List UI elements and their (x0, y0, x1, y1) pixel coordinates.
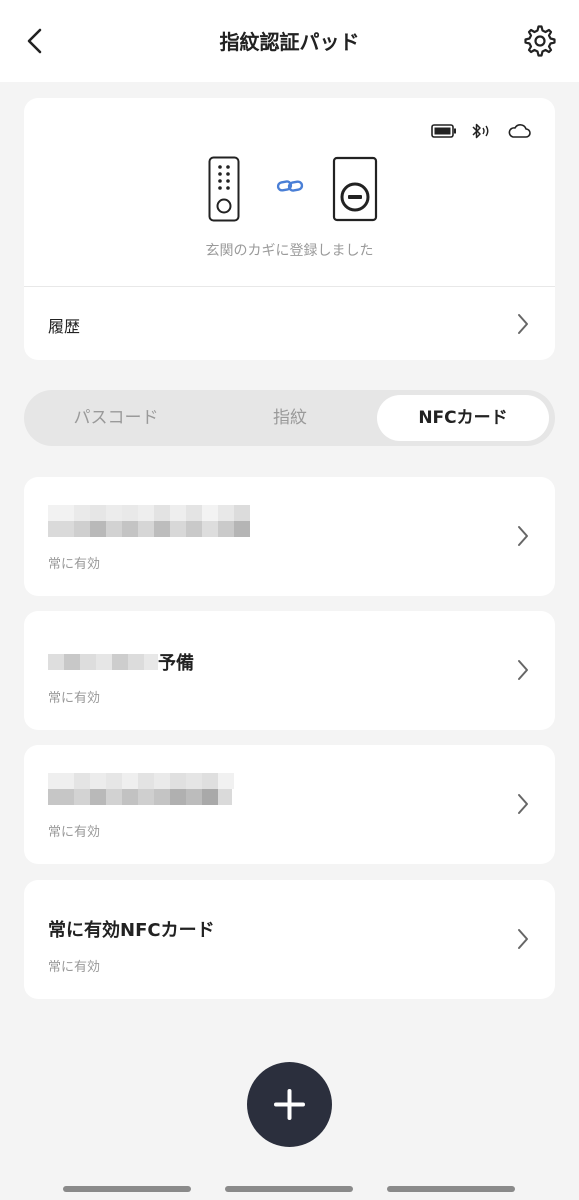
bluetooth-icon (472, 123, 489, 139)
card-status: 常に有効 (48, 691, 101, 706)
system-nav-handle[interactable] (225, 1186, 353, 1192)
cloud-icon (508, 124, 531, 138)
history-row[interactable]: 履歴 (24, 287, 555, 360)
system-nav-handle[interactable] (63, 1186, 191, 1192)
card-status: 常に有効 (48, 557, 101, 572)
chevron-right-icon (518, 929, 528, 949)
tab-passcode[interactable]: パスコード (30, 395, 202, 441)
chevron-right-icon (518, 526, 528, 546)
redacted-card-name (48, 654, 158, 670)
card-name: 常に有効NFCカード (48, 920, 215, 941)
history-label: 履歴 (48, 317, 81, 336)
card-name-suffix: 予備 (158, 653, 194, 674)
registered-status-text: 玄関のカギに登録しました (205, 243, 374, 259)
card-status: 常に有効 (48, 825, 101, 840)
chevron-right-icon (518, 794, 528, 814)
card-name: 予備 (48, 647, 194, 677)
card-status: 常に有効 (48, 960, 101, 975)
gear-icon (524, 25, 556, 57)
app-header: 指紋認証パッド (0, 0, 579, 82)
nfc-card-item[interactable]: 予備 常に有効 (24, 611, 555, 730)
chevron-right-icon (518, 660, 528, 680)
chevron-right-icon (518, 314, 528, 334)
battery-icon (431, 124, 456, 138)
keypad-device-icon (208, 156, 240, 222)
tab-nfc-card[interactable]: NFCカード (377, 395, 549, 441)
add-card-button[interactable] (247, 1062, 332, 1147)
redacted-card-name (48, 505, 250, 537)
nfc-card-item[interactable]: 常に有効 (24, 477, 555, 596)
plus-icon (274, 1089, 305, 1120)
device-card: 玄関のカギに登録しました 履歴 (24, 98, 555, 360)
nfc-card-item[interactable]: 常に有効NFCカード 常に有効 (24, 880, 555, 999)
device-illustration (24, 156, 555, 226)
nfc-card-item[interactable]: 常に有効 (24, 745, 555, 864)
redacted-card-name (48, 773, 234, 805)
tab-fingerprint[interactable]: 指紋 (204, 395, 376, 441)
credential-type-tabs: パスコード 指紋 NFCカード (24, 390, 555, 446)
lock-device-icon (332, 156, 378, 222)
link-icon (276, 180, 304, 192)
settings-button[interactable] (523, 24, 557, 58)
page-title: 指紋認証パッド (219, 30, 360, 54)
system-nav-handle[interactable] (387, 1186, 515, 1192)
device-status-icons (431, 122, 531, 140)
